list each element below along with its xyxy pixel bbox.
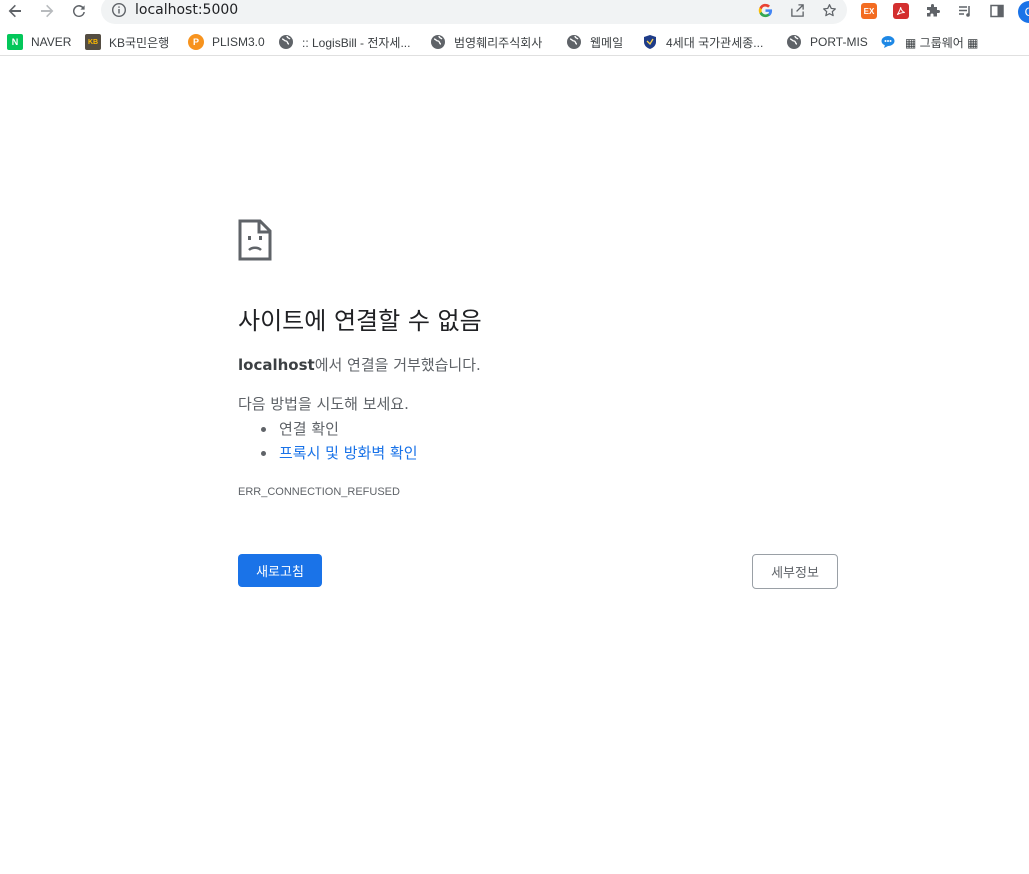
globe-icon (786, 34, 802, 50)
bookmark-kb[interactable]: KB KB국민은행 (85, 33, 169, 51)
bookmark-naver[interactable]: N NAVER (7, 33, 71, 51)
share-icon[interactable] (789, 2, 805, 18)
forward-button[interactable] (36, 0, 58, 22)
details-button[interactable]: 세부정보 (752, 554, 838, 589)
error-summary: localhost에서 연결을 거부했습니다. (238, 355, 481, 375)
error-code: ERR_CONNECTION_REFUSED (238, 486, 400, 498)
bookmark-logisbill[interactable]: :: LogisBill - 전자세... (278, 33, 410, 51)
bookmark-customs[interactable]: 4세대 국가관세종... (642, 33, 763, 51)
arrow-left-icon (8, 4, 21, 18)
globe-icon (430, 34, 446, 50)
sad-page-icon (238, 219, 272, 261)
back-button[interactable] (4, 0, 26, 22)
google-icon[interactable] (757, 2, 773, 18)
suggestions-heading: 다음 방법을 시도해 보세요. (238, 395, 409, 413)
chat-icon (881, 34, 897, 50)
browser-toolbar: localhost:5000 EX C (0, 0, 1029, 24)
kb-icon: KB (85, 34, 101, 50)
bookmarks-bar: N NAVER KB KB국민은행 P PLISM3.0 :: LogisBil… (0, 28, 1029, 56)
bookmark-beomyoung[interactable]: 범영훼리주식회사 (430, 33, 542, 51)
url-text[interactable]: localhost:5000 (135, 2, 238, 18)
media-control-icon[interactable] (956, 2, 974, 20)
profile-avatar[interactable]: C (1018, 1, 1029, 23)
suggestion-check-proxy-firewall[interactable]: 프록시 및 방화벽 확인 (258, 441, 418, 465)
plism-icon: P (188, 34, 204, 50)
arrow-right-icon (41, 4, 54, 18)
globe-icon (566, 34, 582, 50)
error-host: localhost (238, 356, 315, 374)
reload-icon (72, 5, 85, 18)
bookmark-groupware[interactable]: ▦ 그룹웨어 ▦ (881, 33, 979, 51)
suggestion-check-connection: 연결 확인 (258, 417, 418, 441)
reload-button[interactable]: 새로고침 (238, 554, 322, 587)
bookmark-plism[interactable]: P PLISM3.0 (188, 33, 265, 51)
shield-icon (642, 34, 658, 50)
error-title: 사이트에 연결할 수 없음 (238, 307, 482, 335)
bookmark-star-icon[interactable] (821, 2, 837, 18)
extensions-puzzle-icon[interactable] (924, 2, 942, 20)
side-panel-icon[interactable] (988, 2, 1006, 20)
bookmark-webmail[interactable]: 웹메일 (566, 33, 623, 51)
acrobat-extension-icon[interactable] (892, 2, 910, 20)
info-icon[interactable] (111, 2, 127, 18)
globe-icon (278, 34, 294, 50)
address-bar[interactable]: localhost:5000 (101, 0, 847, 24)
suggestions-list: 연결 확인 프록시 및 방화벽 확인 (258, 417, 418, 465)
ex-extension-icon[interactable]: EX (860, 2, 878, 20)
reload-toolbar-button[interactable] (68, 0, 90, 22)
bookmark-port-mis[interactable]: PORT-MIS (786, 33, 868, 51)
naver-icon: N (7, 34, 23, 50)
error-summary-text: 에서 연결을 거부했습니다. (314, 356, 481, 374)
